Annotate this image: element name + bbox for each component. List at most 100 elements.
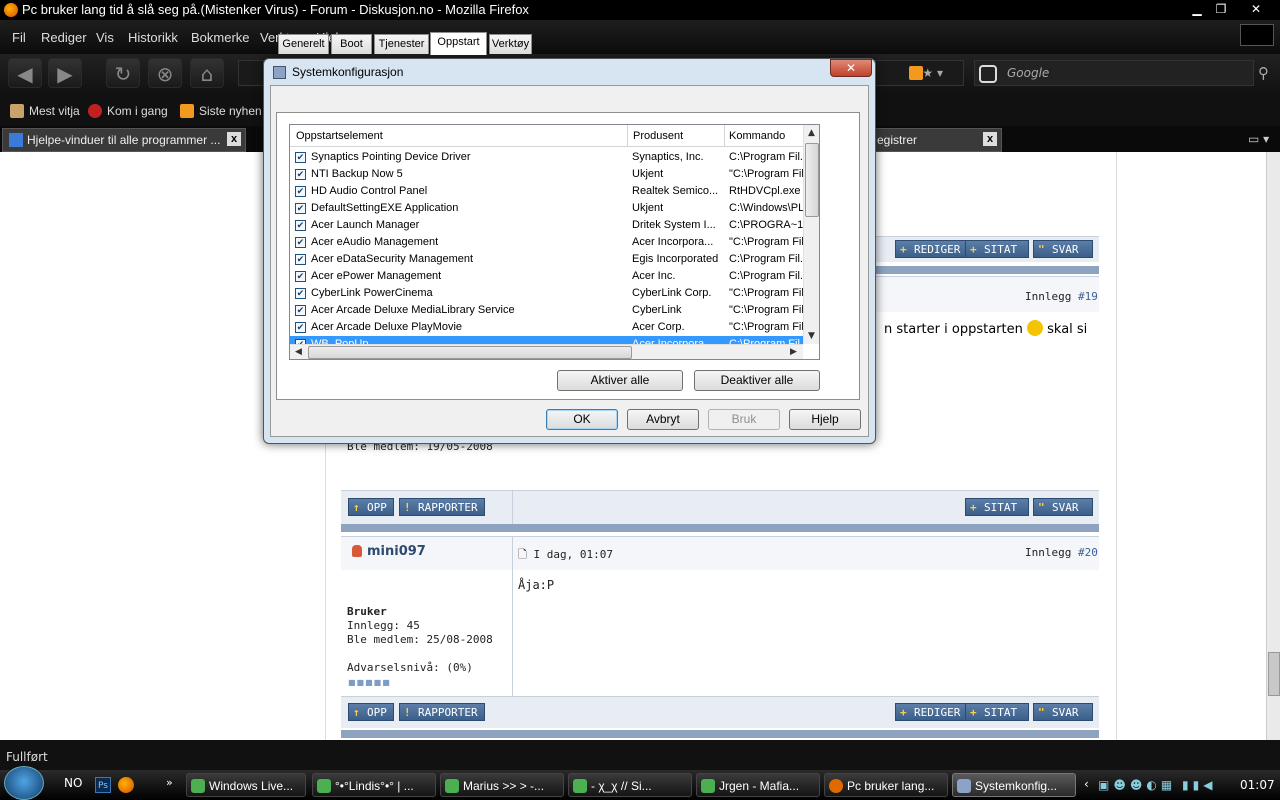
startup-item-checkbox[interactable]: ✔ bbox=[295, 305, 306, 316]
startup-item-row[interactable]: ✔ HD Audio Control Panel Realtek Semico...… bbox=[290, 183, 803, 200]
up-button[interactable]: ↑ OPP bbox=[348, 498, 394, 516]
taskbar-chat-si[interactable]: - χ_χ // Si... bbox=[568, 773, 692, 797]
help-button[interactable]: Hjelp bbox=[789, 409, 861, 430]
reply-button[interactable]: " SVAR bbox=[1033, 498, 1093, 516]
menu-history[interactable]: Historikk bbox=[128, 30, 178, 45]
reply-button[interactable]: " SVAR bbox=[1033, 240, 1093, 258]
ok-button[interactable]: OK bbox=[546, 409, 618, 430]
edit-button[interactable]: + REDIGER bbox=[895, 240, 968, 258]
apply-button[interactable]: Bruk bbox=[708, 409, 780, 430]
tab-startup[interactable]: Oppstart bbox=[430, 32, 487, 55]
startup-item-row[interactable]: ✔ Synaptics Pointing Device Driver Synapti… bbox=[290, 149, 803, 166]
bookmark-latest-headlines[interactable]: Siste nyhen bbox=[180, 104, 262, 118]
stop-button[interactable]: ⊗ bbox=[148, 58, 182, 88]
startup-item-checkbox[interactable]: ✔ bbox=[295, 288, 306, 299]
forward-button[interactable]: ▶ bbox=[48, 58, 82, 88]
scroll-right-arrow-icon[interactable]: ▶ bbox=[790, 347, 797, 357]
startup-item-row[interactable]: ✔ Acer eAudio Management Acer Incorpora...… bbox=[290, 234, 803, 251]
search-engine-icon[interactable] bbox=[979, 65, 997, 83]
startup-item-checkbox[interactable]: ✔ bbox=[295, 186, 306, 197]
scrollbar-thumb[interactable] bbox=[1268, 652, 1280, 696]
startup-item-checkbox[interactable]: ✔ bbox=[295, 169, 306, 180]
home-button[interactable]: ⌂ bbox=[190, 58, 224, 88]
quicklaunch-more-icon[interactable]: » bbox=[166, 776, 173, 789]
maximize-button[interactable]: ❐ bbox=[1210, 1, 1232, 18]
startup-item-checkbox[interactable]: ✔ bbox=[295, 220, 306, 231]
report-button[interactable]: ! RAPPORTER bbox=[399, 498, 485, 516]
close-button[interactable]: ✕ bbox=[1236, 1, 1276, 18]
firefox-quicklaunch-icon[interactable] bbox=[118, 777, 134, 793]
search-input[interactable]: Google bbox=[974, 60, 1254, 86]
scroll-up-arrow-icon[interactable]: ▲ bbox=[808, 128, 815, 138]
tab-tools[interactable]: Verktøy bbox=[489, 34, 532, 54]
taskbar-msconfig[interactable]: Systemkonfig... bbox=[952, 773, 1076, 797]
tab-register[interactable]: egistrer x bbox=[872, 128, 1002, 152]
column-header-manufacturer[interactable]: Produsent bbox=[633, 130, 683, 142]
list-vertical-scrollbar[interactable]: ▲ ▼ bbox=[803, 125, 819, 344]
taskbar-chat-jrgen[interactable]: Jrgen - Mafia... bbox=[696, 773, 820, 797]
quote-button[interactable]: + SITAT bbox=[965, 703, 1029, 721]
startup-item-row[interactable]: ✔ CyberLink PowerCinema CyberLink Corp. "C:… bbox=[290, 285, 803, 302]
startup-item-row[interactable]: ✔ NTI Backup Now 5 Ukjent "C:\Program Fil..… bbox=[290, 166, 803, 183]
page-scrollbar[interactable] bbox=[1266, 152, 1280, 740]
report-button[interactable]: ! RAPPORTER bbox=[399, 703, 485, 721]
list-horizontal-scrollbar[interactable]: ◀ ▶ bbox=[290, 344, 803, 359]
post-number-link[interactable]: #20 bbox=[1078, 546, 1098, 559]
bookmark-getting-started[interactable]: Kom i gang bbox=[88, 104, 168, 118]
dialog-close-button[interactable]: ✕ bbox=[830, 59, 872, 77]
post-author[interactable]: mini097 bbox=[367, 544, 426, 559]
startup-item-checkbox[interactable]: ✔ bbox=[295, 152, 306, 163]
bookmark-star-icon[interactable]: ★ ▾ bbox=[922, 66, 943, 80]
cancel-button[interactable]: Avbryt bbox=[627, 409, 699, 430]
quote-button[interactable]: + SITAT bbox=[965, 240, 1029, 258]
start-button[interactable] bbox=[4, 766, 44, 800]
reply-button[interactable]: " SVAR bbox=[1033, 703, 1093, 721]
startup-item-row[interactable]: ✔ Acer Launch Manager Dritek System I... C:… bbox=[290, 217, 803, 234]
edit-button[interactable]: + REDIGER bbox=[895, 703, 968, 721]
startup-item-row[interactable]: ✔ Acer Arcade Deluxe MediaLibrary Service… bbox=[290, 302, 803, 319]
startup-item-row[interactable]: ✔ Acer ePower Management Acer Inc. C:\Progr… bbox=[290, 268, 803, 285]
startup-item-row[interactable]: ✔ DefaultSettingEXE Application Ukjent C:\W… bbox=[290, 200, 803, 217]
warning-level[interactable]: Advarselsnivå: (0%) bbox=[347, 661, 473, 674]
tab-close-icon[interactable]: x bbox=[227, 132, 241, 146]
reload-button[interactable]: ↻ bbox=[106, 58, 140, 88]
rss-feed-icon[interactable] bbox=[909, 66, 923, 80]
startup-item-row[interactable]: ✔ Acer eDataSecurity Management Egis Incor… bbox=[290, 251, 803, 268]
column-separator[interactable] bbox=[724, 125, 725, 147]
startup-items-list[interactable]: Oppstartselement Produsent Kommando ✔ Syn… bbox=[289, 124, 820, 360]
menu-bookmarks[interactable]: Bokmerke bbox=[191, 30, 250, 45]
post-number-link[interactable]: #19 bbox=[1078, 290, 1098, 303]
startup-item-checkbox[interactable]: ✔ bbox=[295, 322, 306, 333]
back-button[interactable]: ◀ bbox=[8, 58, 42, 88]
bookmark-most-visited[interactable]: Mest vitja bbox=[10, 104, 80, 118]
column-separator[interactable] bbox=[627, 125, 628, 147]
taskbar-chat-lindis[interactable]: °•°Lindis°•° | ... bbox=[312, 773, 436, 797]
photoshop-quicklaunch-icon[interactable]: Ps bbox=[95, 777, 111, 793]
taskbar-chat-marius[interactable]: Marius >> > -... bbox=[440, 773, 564, 797]
network-volume-icons[interactable]: ▮▮◀ bbox=[1182, 778, 1216, 792]
menu-file[interactable]: Fil bbox=[12, 30, 26, 45]
startup-item-checkbox[interactable]: ✔ bbox=[295, 254, 306, 265]
system-tray-icons[interactable]: ▣☻☻◐▦ bbox=[1098, 778, 1176, 792]
scrollbar-thumb[interactable] bbox=[308, 346, 632, 359]
startup-item-checkbox[interactable]: ✔ bbox=[295, 237, 306, 248]
tab-list-icon[interactable]: ▭ ▾ bbox=[1248, 132, 1269, 146]
startup-item-row[interactable]: ✔ Acer Arcade Deluxe PlayMovie Acer Corp. "… bbox=[290, 319, 803, 336]
quote-button[interactable]: + SITAT bbox=[965, 498, 1029, 516]
column-header-startup-item[interactable]: Oppstartselement bbox=[296, 130, 383, 142]
scroll-left-arrow-icon[interactable]: ◀ bbox=[295, 347, 302, 357]
menu-view[interactable]: Vis bbox=[96, 30, 114, 45]
tab-help-windows[interactable]: Hjelpe-vinduer til alle programmer ... x bbox=[2, 128, 246, 152]
tab-close-icon[interactable]: x bbox=[983, 132, 997, 146]
column-header-command[interactable]: Kommando bbox=[729, 130, 785, 142]
taskbar-firefox[interactable]: Pc bruker lang... bbox=[824, 773, 948, 797]
scroll-down-arrow-icon[interactable]: ▼ bbox=[808, 331, 815, 341]
clock[interactable]: 01:07 bbox=[1240, 778, 1275, 792]
up-button[interactable]: ↑ OPP bbox=[348, 703, 394, 721]
enable-all-button[interactable]: Aktiver alle bbox=[557, 370, 683, 391]
scrollbar-thumb[interactable] bbox=[805, 143, 819, 217]
search-icon[interactable]: ⚲ bbox=[1258, 64, 1269, 82]
tab-general[interactable]: Generelt bbox=[278, 34, 329, 54]
language-indicator[interactable]: NO bbox=[64, 776, 82, 790]
tab-services[interactable]: Tjenester bbox=[374, 34, 429, 54]
